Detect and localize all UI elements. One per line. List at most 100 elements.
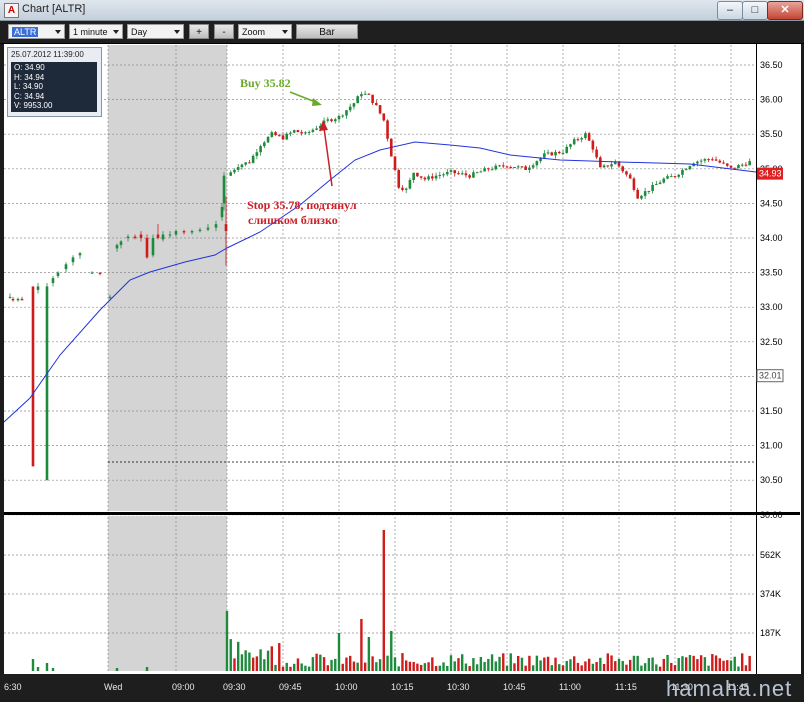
candle-body xyxy=(292,130,296,133)
volume-bar xyxy=(539,660,542,671)
candle-body xyxy=(729,165,733,168)
volume-bar xyxy=(386,655,389,671)
candle-body xyxy=(330,119,333,122)
ohlc-open: O: 34.90 xyxy=(14,63,45,72)
candle-body xyxy=(707,159,710,161)
volume-bar xyxy=(326,665,329,671)
candle-body xyxy=(311,129,315,132)
volume-bar xyxy=(293,663,296,671)
candle-body xyxy=(628,174,632,179)
volume-bar xyxy=(330,659,333,671)
candle-body xyxy=(520,166,524,168)
volume-bar xyxy=(520,657,524,671)
volume-bar xyxy=(449,655,453,671)
candle-body xyxy=(356,96,359,104)
volume-bar xyxy=(714,655,718,671)
candle-body xyxy=(337,115,341,120)
volume-bar xyxy=(31,659,35,671)
volume-bar xyxy=(408,661,412,671)
candle-body xyxy=(375,103,378,106)
candle-body xyxy=(168,234,172,236)
volume-bar xyxy=(584,661,587,671)
volume-tick-label: 562K xyxy=(760,550,781,560)
volume-bar xyxy=(315,653,318,671)
ohlc-close: C: 34.94 xyxy=(14,91,45,101)
candle-body xyxy=(222,175,226,204)
candle-body xyxy=(554,151,557,156)
volume-bar xyxy=(446,665,449,671)
candle-body xyxy=(419,176,423,178)
volume-bar xyxy=(591,663,595,671)
volume-bar xyxy=(737,666,740,671)
candle-body xyxy=(584,133,587,139)
candle-body xyxy=(108,296,112,298)
volume-bar xyxy=(490,654,494,671)
candle-body xyxy=(722,162,725,164)
volume-bar xyxy=(602,663,606,671)
volume-bar xyxy=(505,665,509,671)
candle-body xyxy=(557,151,561,154)
volume-bar xyxy=(472,658,475,671)
volume-bar xyxy=(711,654,714,671)
volume-bar xyxy=(416,663,419,671)
candle-body xyxy=(606,165,610,167)
candle-body xyxy=(182,231,186,233)
candle-body xyxy=(718,160,722,163)
volume-bar xyxy=(405,660,408,671)
candle-body xyxy=(71,257,75,263)
candle-body xyxy=(326,119,330,121)
candle-body xyxy=(224,224,228,232)
buy-annotation: Buy 35.82 xyxy=(240,76,291,90)
candle-body xyxy=(16,298,20,301)
volume-bar xyxy=(748,655,751,671)
time-tick-label: 09:45 xyxy=(279,682,302,692)
ohlc-volume: V: 9953.00 xyxy=(14,101,53,111)
volume-bar xyxy=(610,655,613,671)
volume-bar xyxy=(703,657,707,671)
volume-bar xyxy=(573,656,576,671)
candle-body xyxy=(259,146,262,153)
volume-bar xyxy=(367,637,371,671)
stop-annotation-line1: Stop 35.78, подтянул xyxy=(247,198,357,212)
candle-body xyxy=(434,175,438,179)
candle-body xyxy=(737,165,740,169)
candle-body xyxy=(56,272,60,277)
candle-body xyxy=(382,113,386,121)
candle-body xyxy=(45,286,49,481)
volume-bar xyxy=(651,657,654,671)
candle-body xyxy=(535,161,539,166)
candle-body xyxy=(576,139,580,141)
volume-bar xyxy=(707,665,710,671)
volume-bar xyxy=(587,658,591,671)
volume-bar xyxy=(431,657,434,671)
candle-body xyxy=(248,162,251,164)
volume-bar xyxy=(378,659,382,671)
volume-bar xyxy=(487,658,490,671)
candle-body xyxy=(133,236,137,238)
candle-body xyxy=(625,171,628,175)
candle-body xyxy=(655,184,658,186)
volume-bar xyxy=(741,653,744,671)
time-tick-label: 09:00 xyxy=(172,682,195,692)
candle-body xyxy=(505,166,509,168)
volume-bar xyxy=(614,661,617,671)
volume-bar xyxy=(494,661,497,671)
volume-bar xyxy=(629,659,632,671)
volume-bar xyxy=(625,664,628,671)
volume-bar xyxy=(390,631,393,671)
price-tick-label: 32.50 xyxy=(760,337,783,347)
candle-body xyxy=(561,152,565,154)
candle-body xyxy=(51,278,55,283)
candle-body xyxy=(307,131,311,133)
candle-body xyxy=(401,187,404,190)
candle-body xyxy=(509,167,513,169)
volume-bar xyxy=(666,654,669,671)
candle-body xyxy=(240,164,244,168)
candle-body xyxy=(190,231,194,233)
volume-bar xyxy=(36,667,40,671)
candle-body xyxy=(591,140,595,150)
candle-body xyxy=(315,128,318,130)
candle-body xyxy=(677,174,681,177)
volume-bar xyxy=(229,639,232,671)
volume-bar xyxy=(453,661,456,671)
